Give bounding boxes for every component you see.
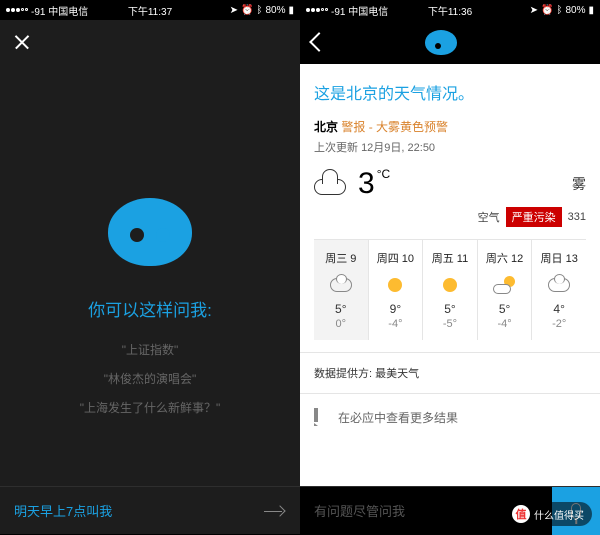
forecast-label: 周四 10	[371, 250, 421, 266]
status-bar: -91 中国电信 下午11:36 ➤ ⏰ ᛒ 80% ▮	[300, 0, 600, 20]
forecast-row: 周三 95°0°周四 109°-4°周五 115°-5°周六 125°-4°周日…	[314, 239, 586, 340]
alarm-icon: ⏰	[241, 5, 253, 16]
aq-badge: 严重污染	[506, 207, 562, 227]
forecast-label: 周六 12	[480, 250, 530, 266]
forecast-label: 周五 11	[425, 250, 475, 266]
current-temp: 3	[358, 167, 375, 200]
cloud-icon	[548, 278, 570, 292]
sun-icon	[388, 278, 402, 292]
watermark: 值 什么值得买	[504, 502, 592, 526]
forecast-day[interactable]: 周五 11 5° -5°	[423, 240, 478, 340]
battery-label: 80%	[265, 5, 285, 16]
location-label: 北京	[314, 120, 338, 134]
weather-result-screen: -91 中国电信 下午11:36 ➤ ⏰ ᛒ 80% ▮ 这是北京的天气情况。 …	[300, 0, 600, 534]
partly-cloudy-icon	[493, 276, 517, 294]
alarm-icon: ⏰	[541, 5, 553, 16]
suggestion-item[interactable]: "上证指数"	[122, 341, 179, 358]
nav-icon: ➤	[530, 5, 538, 16]
header	[300, 20, 600, 64]
battery-label: 80%	[565, 5, 585, 16]
temp-unit: °C	[377, 167, 390, 181]
cortana-avatar-icon	[108, 198, 192, 266]
suggestion-item[interactable]: "林俊杰的演唱会"	[104, 370, 197, 387]
signal-icon	[6, 8, 28, 12]
sun-icon	[443, 278, 457, 292]
carrier-label: -91 中国电信	[31, 3, 88, 18]
card-title: 这是北京的天气情况。	[314, 80, 586, 104]
input-placeholder[interactable]: 有问题尽管问我	[314, 501, 405, 520]
forecast-day[interactable]: 周四 10 9° -4°	[369, 240, 424, 340]
forecast-high: 4°	[534, 302, 584, 316]
header	[0, 20, 300, 64]
data-provider: 数据提供方: 最美天气	[300, 352, 600, 393]
prompt-title: 你可以这样问我:	[88, 296, 212, 321]
close-icon[interactable]	[12, 32, 32, 52]
status-bar: -91 中国电信 下午11:37 ➤ ⏰ ᛒ 80% ▮	[0, 0, 300, 20]
forecast-low: -5°	[425, 318, 475, 330]
signal-icon	[306, 8, 328, 12]
battery-icon: ▮	[288, 5, 294, 16]
nav-icon: ➤	[230, 5, 238, 16]
aq-value: 331	[568, 211, 586, 223]
cloud-icon	[330, 278, 352, 292]
bing-more-link[interactable]: 在必应中查看更多结果	[300, 393, 600, 440]
updated-time: 12月9日, 22:50	[361, 142, 435, 154]
forecast-low: -4°	[371, 318, 421, 330]
back-icon[interactable]	[309, 32, 329, 52]
watermark-badge: 值	[512, 505, 530, 523]
bing-icon	[314, 408, 330, 426]
forecast-low: -4°	[480, 318, 530, 330]
carrier-label: -91 中国电信	[331, 3, 388, 18]
forecast-high: 5°	[480, 302, 530, 316]
forecast-day[interactable]: 周三 9 5° 0°	[314, 240, 369, 340]
watermark-text: 什么值得买	[534, 507, 584, 522]
forecast-day[interactable]: 周日 13 4° -2°	[532, 240, 586, 340]
bluetooth-icon: ᛒ	[256, 5, 262, 16]
bing-more-label: 在必应中查看更多结果	[338, 409, 458, 426]
current-weather-icon	[314, 173, 348, 195]
forecast-high: 9°	[371, 302, 421, 316]
weather-alert: 警报 - 大雾黄色预警	[341, 120, 448, 134]
forecast-day[interactable]: 周六 12 5° -4°	[478, 240, 533, 340]
status-time: 下午11:37	[128, 3, 172, 18]
weather-card: 这是北京的天气情况。 北京 警报 - 大雾黄色预警 上次更新 12月9日, 22…	[300, 64, 600, 352]
aq-label: 空气	[478, 209, 500, 225]
forecast-label: 周日 13	[534, 250, 584, 266]
bluetooth-icon: ᛒ	[556, 5, 562, 16]
battery-icon: ▮	[588, 5, 594, 16]
cortana-avatar-icon	[425, 30, 457, 55]
updated-label: 上次更新	[314, 142, 358, 154]
forecast-low: -2°	[534, 318, 584, 330]
input-bar[interactable]: 明天早上7点叫我	[0, 486, 300, 534]
forecast-label: 周三 9	[316, 250, 366, 266]
assistant-prompt-screen: -91 中国电信 下午11:37 ➤ ⏰ ᛒ 80% ▮ 你可以这样问我: "上…	[0, 0, 300, 534]
status-time: 下午11:36	[428, 3, 472, 18]
suggestion-item[interactable]: "上海发生了什么新鲜事？"	[80, 399, 221, 416]
input-text[interactable]: 明天早上7点叫我	[14, 501, 112, 520]
current-condition: 雾	[572, 174, 586, 194]
forecast-low: 0°	[316, 318, 366, 330]
submit-arrow-icon[interactable]	[264, 505, 286, 517]
forecast-high: 5°	[316, 302, 366, 316]
forecast-high: 5°	[425, 302, 475, 316]
